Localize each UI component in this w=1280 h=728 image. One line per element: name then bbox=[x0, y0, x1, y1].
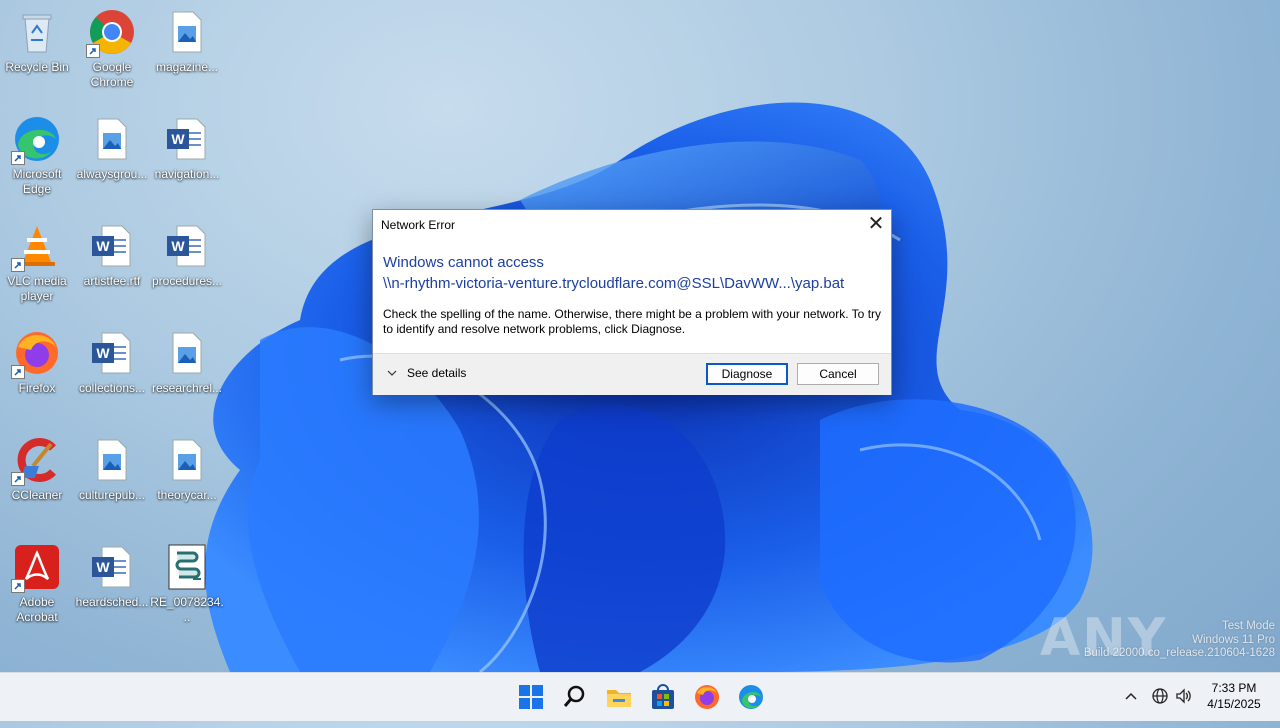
image-file-icon bbox=[163, 8, 211, 56]
desktop-icon[interactable]: Firefox bbox=[0, 323, 74, 396]
desktop-icon-label: Microsoft Edge bbox=[12, 167, 62, 196]
start-icon[interactable] bbox=[517, 683, 545, 711]
desktop-icon-label: theorycar... bbox=[157, 488, 217, 502]
desktop-icon-label: heardsched... bbox=[75, 595, 149, 609]
svg-text:W: W bbox=[171, 131, 185, 147]
word-document-icon: W bbox=[88, 329, 136, 377]
shortcut-arrow-icon bbox=[11, 365, 25, 379]
desktop-icon-label: procedures... bbox=[151, 274, 223, 288]
desktop-icon[interactable]: Recycle Bin bbox=[0, 2, 74, 75]
see-details-label: See details bbox=[407, 366, 467, 380]
chevron-down-icon bbox=[387, 366, 397, 380]
desktop-icon[interactable]: Wprocedures... bbox=[150, 216, 224, 289]
chrome-icon bbox=[86, 8, 136, 58]
see-details-toggle[interactable]: See details bbox=[387, 366, 466, 380]
clock-time: 7:33 PM bbox=[1211, 681, 1257, 695]
image-file-icon bbox=[88, 115, 136, 163]
test-mode-watermark: Test Mode Windows 11 Pro Build 22000.co_… bbox=[1084, 620, 1275, 661]
image-file-icon bbox=[163, 436, 211, 484]
clock-date: 4/15/2025 bbox=[1207, 697, 1261, 711]
dialog-heading-line1: Windows cannot access bbox=[383, 254, 544, 271]
shortcut-arrow-icon bbox=[11, 151, 25, 165]
shortcut-arrow-icon bbox=[11, 472, 25, 486]
desktop-icon-label: Recycle Bin bbox=[5, 60, 69, 74]
network-globe-icon[interactable] bbox=[1151, 687, 1169, 705]
desktop-icon-label: magazine... bbox=[155, 60, 219, 74]
taskbar: 7:33 PM 4/15/2025 bbox=[0, 672, 1280, 721]
svg-text:W: W bbox=[96, 238, 110, 254]
desktop-icon[interactable]: Wnavigation... bbox=[150, 109, 224, 182]
close-icon[interactable]: ✕ bbox=[861, 210, 891, 238]
recycle-bin-icon bbox=[13, 8, 61, 56]
shortcut-arrow-icon bbox=[86, 44, 100, 58]
desktop-icon[interactable]: magazine... bbox=[150, 2, 224, 75]
desktop-icon-label: collections... bbox=[78, 381, 146, 395]
desktop-icon[interactable]: Adobe Acrobat bbox=[0, 537, 74, 625]
svg-text:W: W bbox=[96, 559, 110, 575]
dialog-message: Check the spelling of the name. Otherwis… bbox=[383, 307, 882, 336]
vlc-icon bbox=[11, 222, 61, 272]
desktop-icon[interactable]: Google Chrome bbox=[75, 2, 149, 90]
shortcut-arrow-icon bbox=[11, 258, 25, 272]
desktop-icon[interactable]: Wartistfee.rtf bbox=[75, 216, 149, 289]
desktop-icon[interactable]: culturepub... bbox=[75, 430, 149, 503]
acrobat-icon bbox=[11, 543, 61, 593]
desktop-icon-label: Adobe Acrobat bbox=[16, 595, 58, 624]
store-icon[interactable] bbox=[649, 683, 677, 711]
svg-text:W: W bbox=[171, 238, 185, 254]
desktop-icon-label: VLC media player bbox=[7, 274, 67, 303]
network-error-dialog: Network Error ✕ Windows cannot access \\… bbox=[372, 209, 892, 395]
svg-text:W: W bbox=[96, 345, 110, 361]
desktop-icon-label: alwaysgrou... bbox=[76, 167, 148, 181]
watermark-test-mode: Test Mode bbox=[1221, 620, 1275, 632]
desktop-icon-label: researchrel... bbox=[151, 381, 223, 395]
edge-icon bbox=[11, 115, 61, 165]
desktop-icon-label: Google Chrome bbox=[90, 60, 134, 89]
desktop-icon[interactable]: Wheardsched... bbox=[75, 537, 149, 610]
desktop-icon-label: artistfee.rtf bbox=[83, 274, 141, 288]
desktop-icon[interactable]: Wcollections... bbox=[75, 323, 149, 396]
firefox-icon[interactable] bbox=[693, 683, 721, 711]
firefox-icon bbox=[11, 329, 61, 379]
desktop-icon[interactable]: researchrel... bbox=[150, 323, 224, 396]
desktop-icon-label: RE_0078234... bbox=[150, 595, 224, 624]
desktop-icon-label: culturepub... bbox=[78, 488, 146, 502]
dialog-footer: See details Diagnose Cancel bbox=[373, 353, 891, 395]
cancel-button[interactable]: Cancel bbox=[797, 363, 879, 385]
dialog-heading: Windows cannot access \\n-rhythm-victori… bbox=[383, 252, 883, 294]
word-document-icon: W bbox=[88, 222, 136, 270]
watermark-edition: Windows 11 Pro bbox=[1192, 633, 1275, 646]
desktop-icon[interactable]: CCleaner bbox=[0, 430, 74, 503]
dialog-heading-path: \\n-rhythm-victoria-venture.trycloudflar… bbox=[383, 275, 845, 292]
word-document-icon: W bbox=[163, 222, 211, 270]
image-file-icon bbox=[163, 329, 211, 377]
dialog-title: Network Error bbox=[381, 218, 456, 232]
desktop-icon[interactable]: RE_0078234... bbox=[150, 537, 224, 625]
diagnose-button[interactable]: Diagnose bbox=[706, 363, 788, 385]
desktop-icon[interactable]: alwaysgrou... bbox=[75, 109, 149, 182]
desktop-icon[interactable]: Microsoft Edge bbox=[0, 109, 74, 197]
word-document-icon: W bbox=[163, 115, 211, 163]
file-explorer-icon[interactable] bbox=[605, 683, 633, 711]
shortcut-arrow-icon bbox=[11, 579, 25, 593]
desktop-icon[interactable]: theorycar... bbox=[150, 430, 224, 503]
image-file-icon bbox=[88, 436, 136, 484]
word-document-icon: W bbox=[88, 543, 136, 591]
taskbar-clock[interactable]: 7:33 PM 4/15/2025 bbox=[1200, 680, 1268, 712]
ccleaner-icon bbox=[11, 436, 61, 486]
volume-icon[interactable] bbox=[1175, 687, 1193, 705]
script-file-icon bbox=[163, 543, 211, 591]
desktop-icon[interactable]: VLC media player bbox=[0, 216, 74, 304]
desktop-icon-label: navigation... bbox=[154, 167, 220, 181]
desktop-icon-label: Firefox bbox=[18, 381, 56, 395]
watermark-build: Build 22000.co_release.210604-1628 bbox=[1083, 647, 1275, 659]
edge-icon[interactable] bbox=[737, 683, 765, 711]
search-icon[interactable] bbox=[561, 683, 589, 711]
chevron-up-icon[interactable] bbox=[1124, 688, 1138, 704]
desktop-icon-label: CCleaner bbox=[11, 488, 63, 502]
